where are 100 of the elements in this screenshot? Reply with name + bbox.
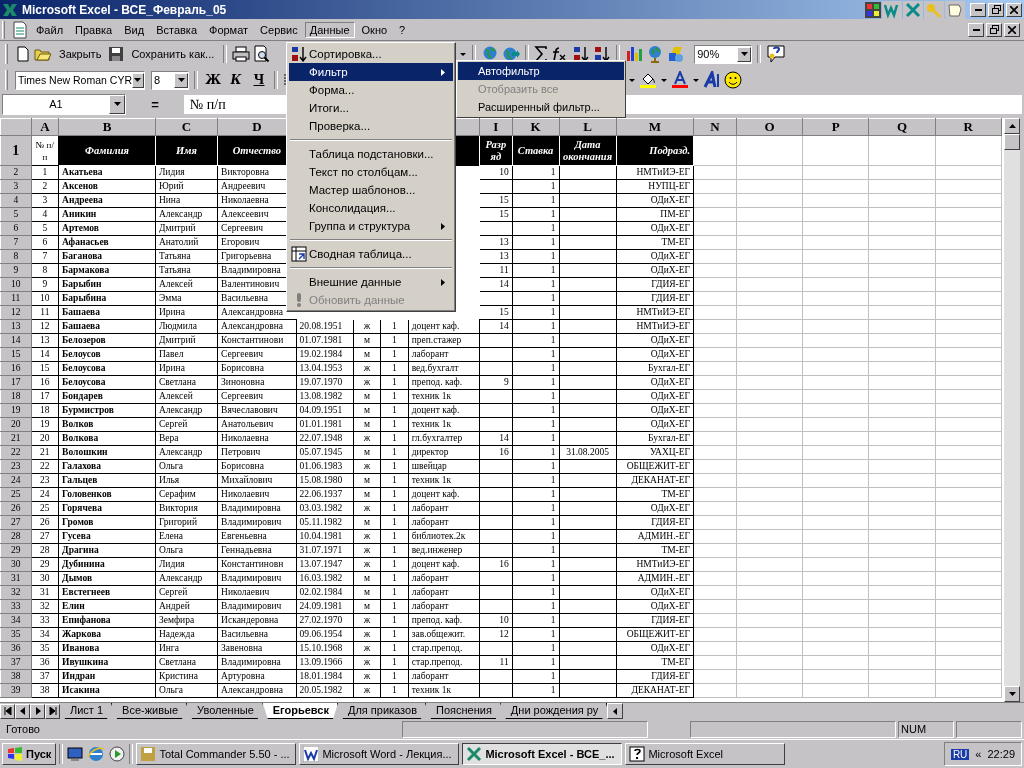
taskbar-button[interactable]: Microsoft Excel <box>625 743 786 765</box>
table-cell: 31.08.2005 <box>559 445 617 460</box>
table-cell: Индран <box>58 669 156 684</box>
table-cell: 31 <box>31 585 59 600</box>
table-cell: доцент каф. <box>408 403 480 418</box>
table-cell: 19 <box>31 417 59 432</box>
name-box[interactable]: A1 <box>2 93 126 115</box>
table-cell: 2 <box>31 179 59 194</box>
table-cell: 15.10.1968 <box>296 641 354 656</box>
table-cell: 1 <box>512 543 559 558</box>
table-cell: 21 <box>31 445 59 460</box>
italic-button[interactable]: К <box>226 70 246 90</box>
menu-item[interactable]: Файл <box>31 21 69 38</box>
table-cell: ДЕКАНАТ-ЕГ <box>616 683 694 698</box>
menu-item[interactable]: Сервис <box>255 21 303 38</box>
start-button[interactable]: Пуск <box>2 743 57 765</box>
close-file-button[interactable]: Закрыть <box>55 48 106 60</box>
table-cell: техник 1к <box>408 683 480 698</box>
table-cell: ж <box>353 641 381 656</box>
column-header[interactable]: O <box>736 118 803 136</box>
formula-equals-sign[interactable]: = <box>130 96 180 112</box>
table-cell: 11 <box>31 305 59 320</box>
table-cell: 9 <box>479 375 513 390</box>
table-cell: 1 <box>512 277 559 292</box>
table-cell: Владимирович <box>217 599 297 614</box>
table-cell: 1 <box>512 473 559 488</box>
table-cell: 1 <box>380 529 409 544</box>
table-cell: Дымов <box>58 571 156 586</box>
column-header[interactable]: P <box>802 118 869 136</box>
menu-item[interactable]: Фильтр <box>289 63 453 81</box>
taskbar-button[interactable]: Microsoft Word - Лекция... <box>299 743 460 765</box>
table-cell: 3 <box>31 193 59 208</box>
table-cell: ж <box>353 459 381 474</box>
save-as-button[interactable]: Сохранить как... <box>127 48 219 60</box>
table-cell: ОДиХ-ЕГ <box>616 599 694 614</box>
table-cell: 26 <box>31 515 59 530</box>
menu-item[interactable]: Форма... <box>289 81 453 99</box>
table-cell: 20 <box>31 431 59 446</box>
column-header[interactable]: M <box>616 118 694 136</box>
table-cell: 1 <box>512 305 559 320</box>
column-header[interactable]: B <box>58 118 156 136</box>
table-cell: 19.02.1984 <box>296 347 354 362</box>
menu-item[interactable]: Вид <box>119 21 150 38</box>
column-header[interactable]: N <box>693 118 737 136</box>
table-cell: доцент каф. <box>408 557 480 572</box>
table-cell: 1 <box>380 641 409 656</box>
column-header[interactable]: K <box>512 118 559 136</box>
table-cell: Николаевич <box>217 487 297 502</box>
column-header[interactable]: A <box>31 118 59 136</box>
table-cell: Епифанова <box>58 613 156 628</box>
menu-item[interactable]: Расширенный фильтр... <box>458 98 624 116</box>
menu-item[interactable]: Формат <box>204 21 254 38</box>
underline-button[interactable]: Ч <box>249 70 269 90</box>
table-cell: стар.препод. <box>408 641 480 656</box>
sheet-tab[interactable]: Егорьевск <box>262 703 338 719</box>
taskbar-button[interactable]: Total Commander 5.50 - ... <box>136 743 297 765</box>
table-cell: 36 <box>31 655 59 670</box>
table-cell: Лидия <box>155 557 218 572</box>
column-header[interactable]: C <box>155 118 218 136</box>
font-size-dropdown[interactable]: 8 <box>151 70 189 90</box>
table-cell: Искандеровна <box>217 613 297 628</box>
table-cell: АДМИН.-ЕГ <box>616 529 694 544</box>
column-header[interactable]: L <box>559 118 617 136</box>
font-name-dropdown[interactable]: Times New Roman CYR <box>15 70 145 90</box>
menu-item[interactable]: Данные <box>304 21 355 38</box>
menu-item[interactable]: ? <box>394 21 411 38</box>
menu-item[interactable]: Автофильтр <box>458 62 624 80</box>
bold-button[interactable]: Ж <box>203 70 223 90</box>
table-cell: НМТиИЭ-ЕГ <box>616 319 694 334</box>
table-cell: Владимировна <box>217 655 297 670</box>
table-cell: лаборант <box>408 571 480 586</box>
zoom-dropdown[interactable]: 90% <box>694 44 753 64</box>
language-indicator[interactable]: RU <box>950 748 970 760</box>
table-cell: ж <box>353 543 381 558</box>
column-header[interactable]: Q <box>868 118 936 136</box>
table-cell: Андреева <box>58 193 156 208</box>
table-cell: Сергей <box>155 417 218 432</box>
tray-expand-button[interactable]: « <box>975 748 982 760</box>
table-cell: преп.стажер <box>408 333 480 348</box>
menu-item[interactable]: Сортировка... <box>289 45 453 63</box>
table-cell: лаборант <box>408 599 480 614</box>
table-cell: ж <box>353 431 381 446</box>
header-cell: Подразд. <box>616 135 694 166</box>
table-cell: Елена <box>155 529 218 544</box>
clock: 22:29 <box>987 748 1015 760</box>
table-cell: 34 <box>31 627 59 642</box>
column-header[interactable]: I <box>479 118 513 136</box>
table-cell: Нина <box>155 193 218 208</box>
row-header[interactable]: 1 <box>0 135 32 166</box>
table-cell: 8 <box>31 263 59 278</box>
table-cell: ОДиХ-ЕГ <box>616 333 694 348</box>
menu-item[interactable]: Окно <box>356 21 393 38</box>
menu-item[interactable]: Правка <box>70 21 118 38</box>
taskbar-button[interactable]: Microsoft Excel - ВСЕ_... <box>462 743 623 765</box>
table-cell: м <box>353 599 381 614</box>
column-header[interactable]: R <box>935 118 1002 136</box>
table-cell: Александр <box>155 403 218 418</box>
table-cell: ГДИЯ-ЕГ <box>616 613 694 628</box>
menu-item[interactable]: Итоги... <box>289 99 453 117</box>
menu-item[interactable]: Вставка <box>151 21 202 38</box>
